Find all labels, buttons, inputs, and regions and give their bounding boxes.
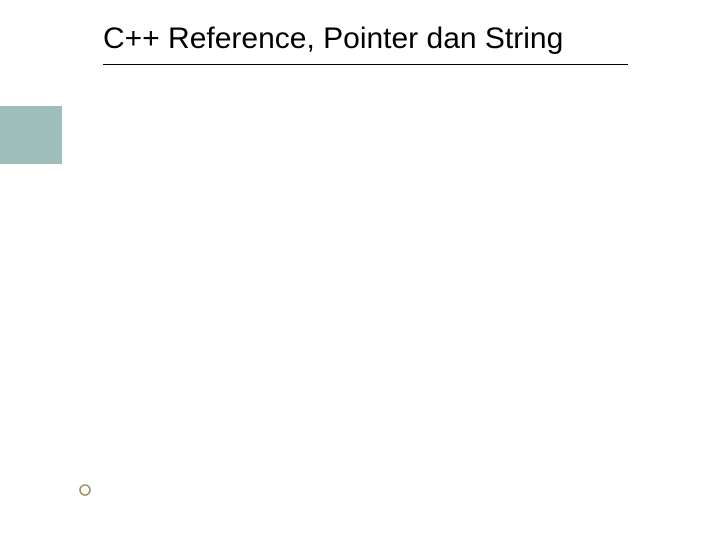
slide-title-block: C++ Reference, Pointer dan String [103, 20, 628, 65]
title-underline [103, 64, 628, 65]
slide-title: C++ Reference, Pointer dan String [103, 20, 628, 58]
bullet-icon [79, 484, 91, 496]
accent-square [0, 106, 62, 164]
